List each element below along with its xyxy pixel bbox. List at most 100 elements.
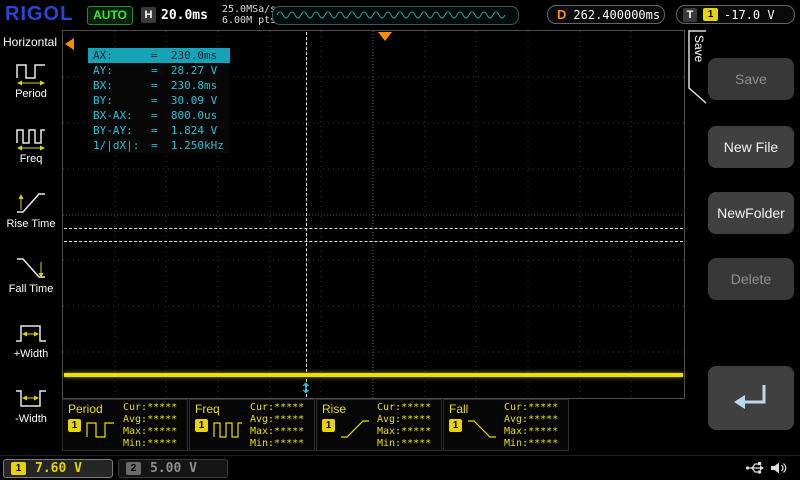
channel1-scale: 7.60 V (35, 461, 82, 476)
menu-tab-label: Save (692, 35, 706, 63)
cursor-name: BY: (93, 94, 113, 107)
cursor-name: AX: (93, 49, 113, 62)
measurement-box-freq: Freq 1 Cur:***** Avg:***** Max:***** Min… (189, 399, 315, 451)
meas-avg: Avg:***** (377, 414, 432, 425)
speaker-icon (771, 462, 787, 474)
cursor-name: BX-AX: (93, 109, 133, 122)
new-folder-button[interactable]: NewFolder (708, 192, 794, 234)
back-button[interactable] (708, 366, 794, 430)
return-arrow-icon (734, 385, 766, 409)
save-menu-panel: Save Save New File NewFolder Delete (686, 30, 800, 455)
period-waveform-icon (86, 422, 114, 438)
meas-min: Min:***** (377, 438, 432, 449)
meas-cur: Cur:***** (377, 402, 432, 413)
channel2-scale: 5.00 V (150, 461, 197, 476)
measure-item-rise-time[interactable]: Rise Time (0, 183, 62, 248)
channel1-badge: 1 (449, 419, 462, 432)
oscilloscope-screen: RIGOL AUTO H 20.0ms 25.0MSa/s 6.00M pts … (0, 0, 800, 480)
rise-waveform-icon (341, 420, 369, 438)
usb-icon (745, 462, 764, 474)
freq-icon (16, 129, 45, 151)
cursor-value: = 1.250kHz (151, 139, 224, 152)
measure-item-label: +Width (13, 348, 49, 360)
cursor-measurement-panel: AX: = 230.0ms AY: = 28.27 V BX: = 230.8m… (88, 48, 230, 153)
cursor-name: 1/|dX|: (93, 139, 140, 152)
cursor-name: BY-AY: (93, 124, 133, 137)
cursor-line-ax-bx[interactable] (306, 32, 307, 397)
measure-item-minus-width[interactable]: -Width (0, 378, 62, 443)
cursor-value: = 30.09 V (151, 94, 218, 107)
meas-avg: Avg:***** (123, 414, 178, 425)
cursor-row-by: BY: = 30.09 V (88, 93, 230, 108)
cursor-line-by[interactable] (64, 241, 683, 242)
trigger-channel-icon: 1 (703, 8, 718, 21)
cursor-value: = 230.0ms (151, 49, 218, 62)
measure-item-label: Rise Time (6, 218, 56, 230)
channel1-trace (64, 373, 683, 377)
meas-max: Max:***** (123, 426, 178, 437)
meas-min: Min:***** (504, 438, 559, 449)
meas-max: Max:***** (377, 426, 432, 437)
meas-cur: Cur:***** (504, 402, 559, 413)
trigger-label: T (683, 7, 697, 22)
cursor-value: = 28.27 V (151, 64, 218, 77)
freq-waveform-icon (213, 422, 242, 438)
horizontal-measure-panel: Horizontal Period Freq Rise Time Fall Ti… (0, 30, 62, 455)
measure-item-fall-time[interactable]: Fall Time (0, 248, 62, 313)
top-status-bar: RIGOL AUTO H 20.0ms 25.0MSa/s 6.00M pts … (0, 0, 800, 30)
cursor-row-byay: BY-AY: = 1.824 V (88, 123, 230, 138)
save-button[interactable]: Save (708, 58, 794, 100)
measurement-label: Rise (322, 402, 347, 416)
horizontal-badge: H (141, 7, 156, 23)
memory-depth: 6.00M pts (222, 15, 277, 26)
trigger-level-value: -17.0 V (724, 7, 775, 22)
fall-waveform-icon (468, 420, 496, 438)
channel-status-bar: 1 7.60 V 2 5.00 V (0, 455, 800, 480)
channel1-badge: 1 (195, 419, 208, 432)
measure-item-label: Fall Time (8, 283, 54, 295)
cursor-row-bx: BX: = 230.8ms (88, 78, 230, 93)
cursor-handle-icon[interactable]: ↕ (300, 381, 312, 397)
channel1-status[interactable]: 1 7.60 V (3, 459, 113, 478)
channel2-status[interactable]: 2 5.00 V (118, 459, 228, 478)
new-file-button[interactable]: New File (708, 126, 794, 168)
trigger-readout: T 1 -17.0 V (676, 5, 795, 24)
measurement-values: Cur:***** Avg:***** Max:***** Min:***** (123, 402, 177, 450)
measurement-box-rise: Rise 1 Cur:***** Avg:***** Max:***** Min… (316, 399, 442, 451)
measure-item-freq[interactable]: Freq (0, 118, 62, 183)
menu-tab: Save (688, 30, 708, 104)
measure-item-label: -Width (15, 413, 47, 425)
channel1-badge: 1 (68, 419, 81, 432)
measurement-box-fall: Fall 1 Cur:***** Avg:***** Max:***** Min… (443, 399, 569, 451)
meas-avg: Avg:***** (504, 414, 559, 425)
rigol-logo: RIGOL (5, 3, 74, 25)
sample-rate-block: 25.0MSa/s 6.00M pts (222, 4, 276, 26)
cursor-line-ay[interactable] (64, 228, 683, 229)
measurement-box-period: Period 1 Cur:***** Avg:***** Max:***** M… (62, 399, 188, 451)
period-icon (16, 64, 45, 86)
trigger-position-marker-icon[interactable] (378, 32, 392, 41)
preview-waveform-icon (276, 11, 506, 19)
waveform-memory-preview[interactable] (272, 6, 519, 25)
channel1-icon: 1 (11, 462, 26, 475)
cursor-row-bxax: BX-AX: = 800.0us (88, 108, 230, 123)
left-panel-title: Horizontal (3, 35, 58, 49)
run-status-badge[interactable]: AUTO (87, 6, 133, 25)
delete-button[interactable]: Delete (708, 258, 794, 300)
delay-readout: D 262.400000ms (547, 5, 665, 24)
cursor-value: = 1.824 V (151, 124, 218, 137)
measurement-label: Fall (449, 402, 469, 416)
meas-cur: Cur:***** (250, 402, 305, 413)
measure-item-period[interactable]: Period (0, 53, 62, 118)
meas-max: Max:***** (250, 426, 305, 437)
measure-item-plus-width[interactable]: +Width (0, 313, 62, 378)
trigger-offscreen-marker-icon (65, 38, 74, 50)
rise-time-icon (17, 193, 45, 213)
delay-value: 262.400000ms (573, 7, 661, 22)
timebase-value: 20.0ms (161, 8, 208, 23)
minus-width-icon (16, 390, 46, 407)
cursor-row-ay: AY: = 28.27 V (88, 63, 230, 78)
channel1-badge: 1 (322, 419, 335, 432)
cursor-value: = 800.0us (151, 109, 218, 122)
meas-min: Min:***** (250, 438, 305, 449)
